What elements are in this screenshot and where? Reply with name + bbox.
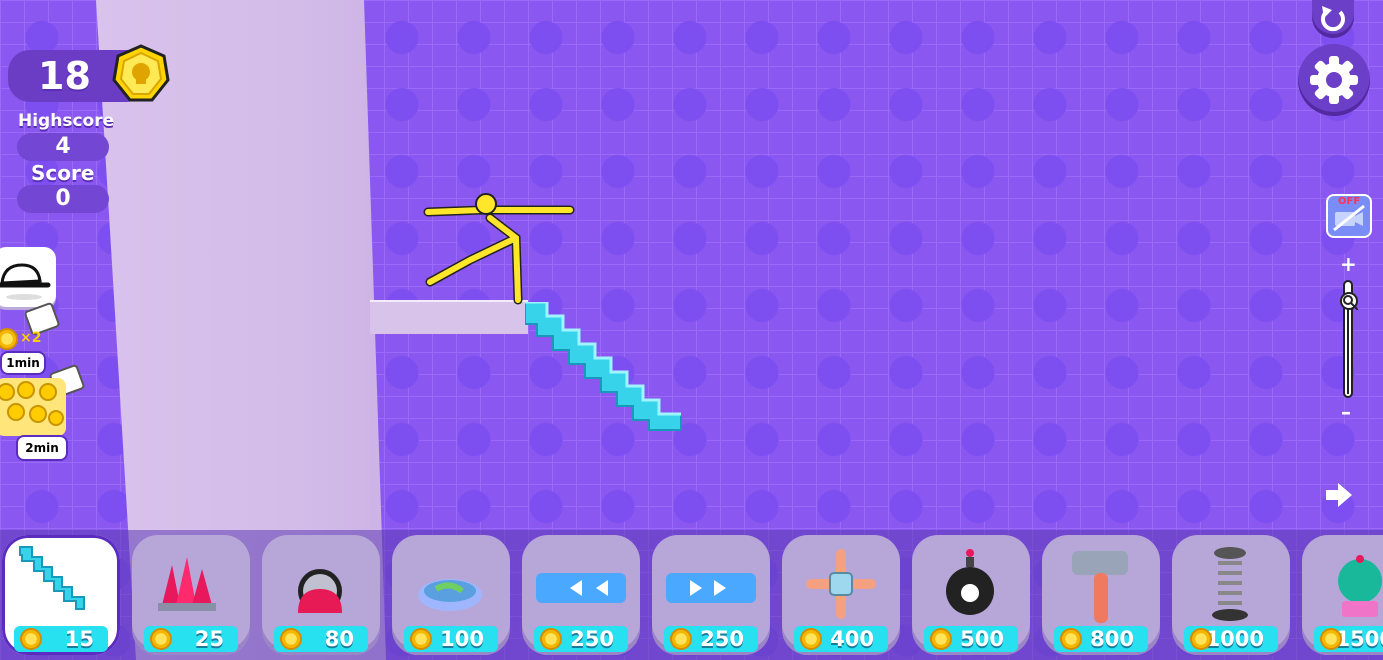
restart-button[interactable]	[1312, 0, 1354, 38]
spring-icon	[1212, 547, 1248, 621]
settings-button[interactable]	[1298, 44, 1370, 116]
spinner-icon	[806, 549, 876, 619]
price-value: 800	[1090, 627, 1134, 651]
trampoline-icon	[418, 579, 482, 611]
shop-item-stairs[interactable]: 15	[2, 535, 120, 655]
shop-item-trampoline[interactable]: 100	[392, 535, 510, 655]
shop-item-conveyor-right[interactable]: 250	[652, 535, 770, 655]
conveyor-right-icon	[666, 573, 756, 603]
price-value: 100	[440, 627, 484, 651]
boost-timer-1: 1min	[2, 353, 44, 373]
coin-icon	[1320, 628, 1342, 650]
price-tag: 1000	[1184, 626, 1278, 652]
price-tag: 800	[1054, 626, 1148, 652]
stairs-icon	[19, 546, 85, 610]
shop-item-spring[interactable]: 1000	[1172, 535, 1290, 655]
price-tag: 80	[274, 626, 368, 652]
coin-boost-button[interactable]: ×2	[0, 324, 42, 354]
highscore-value: 4	[55, 134, 71, 159]
coin-count: 18	[38, 54, 91, 98]
price-tag: 15	[14, 626, 108, 652]
highscore-label: Highscore	[18, 111, 115, 131]
score-label: Score	[31, 161, 95, 185]
price-value: 1000	[1205, 627, 1264, 651]
buzzsaw-icon	[298, 569, 342, 613]
coin-icon	[540, 628, 562, 650]
coin-icon	[410, 628, 432, 650]
magnifier-icon	[1343, 295, 1358, 310]
highscore-box: 4	[17, 133, 109, 161]
price-value: 250	[700, 627, 744, 651]
spikes-icon	[158, 557, 216, 611]
coin-icon	[20, 628, 42, 650]
price-value: 25	[194, 627, 224, 651]
camera-toggle-button[interactable]: OFF	[1326, 194, 1372, 238]
shop-item-spikes[interactable]: 25	[132, 535, 250, 655]
zoom-in-label[interactable]: +	[1340, 252, 1357, 276]
next-arrow-icon[interactable]	[1324, 480, 1354, 510]
score-box: 0	[17, 185, 109, 213]
cap-skin-button[interactable]	[0, 247, 56, 307]
price-tag: 250	[534, 626, 628, 652]
conveyor-left-icon	[536, 573, 626, 603]
price-value: 250	[570, 627, 614, 651]
coin-icon	[1190, 628, 1212, 650]
price-tag: 250	[664, 626, 758, 652]
price-tag: 25	[144, 626, 238, 652]
bomb-icon	[946, 549, 994, 615]
gear-cluster-icon	[0, 381, 64, 426]
zoom-track	[1347, 306, 1349, 394]
shop-item-conveyor-left[interactable]: 250	[522, 535, 640, 655]
coin-icon	[800, 628, 822, 650]
score-value: 0	[55, 186, 71, 211]
boost-timer-2: 2min	[18, 437, 66, 459]
price-value: 500	[960, 627, 1004, 651]
shop-item-buzzsaw[interactable]: 80	[262, 535, 380, 655]
price-value: 1500	[1335, 627, 1383, 651]
skull-coin-icon	[112, 44, 170, 104]
coin-icon	[280, 628, 302, 650]
coin-icon	[1060, 628, 1082, 650]
coin-icon	[670, 628, 692, 650]
gear-swarm-boost-button[interactable]	[0, 378, 66, 436]
price-value: 400	[830, 627, 874, 651]
stickman	[423, 193, 575, 305]
restart-icon	[1321, 6, 1345, 32]
price-tag: 1500	[1314, 626, 1383, 652]
zoom-handle[interactable]	[1340, 292, 1358, 310]
price-tag: 400	[794, 626, 888, 652]
shop-item-bomb[interactable]: 500	[912, 535, 1030, 655]
shop-item-spinner[interactable]: 400	[782, 535, 900, 655]
price-tag: 100	[404, 626, 498, 652]
cactus-icon	[1338, 555, 1382, 617]
camera-off-icon	[1333, 204, 1365, 232]
coin-icon	[930, 628, 952, 650]
placed-stairs	[525, 302, 682, 431]
zoom-out-label[interactable]: –	[1341, 400, 1351, 424]
shop-item-hammer[interactable]: 800	[1042, 535, 1160, 655]
coin-icon	[0, 328, 18, 350]
ledge	[370, 300, 528, 334]
price-value: 15	[64, 627, 94, 651]
price-tag: 500	[924, 626, 1018, 652]
coin-icon	[150, 628, 172, 650]
shop-item-cactus[interactable]: 1500	[1302, 535, 1383, 655]
price-value: 80	[324, 627, 354, 651]
gear-icon	[1310, 56, 1358, 104]
hammer-icon	[1072, 551, 1128, 623]
cap-icon	[0, 263, 51, 300]
boost-multiplier: ×2	[20, 330, 42, 346]
